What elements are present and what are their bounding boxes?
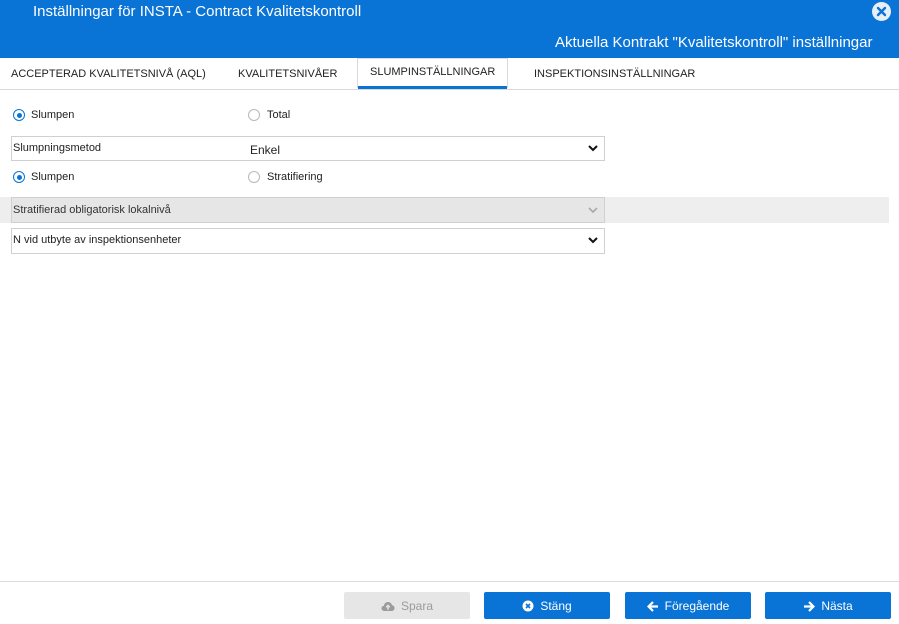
tab-quality-levels[interactable]: KVALITETSNIVÅER — [238, 68, 337, 80]
tab-bar: ACCEPTERAD KVALITETSNIVÅ (AQL) KVALITETS… — [0, 58, 899, 90]
stratified-level-select: Stratifierad obligatorisk lokalnivå — [11, 197, 605, 223]
previous-button[interactable]: Föregående — [625, 592, 751, 619]
cloud-upload-icon — [381, 602, 395, 611]
radio-scope-random-label: Slumpen — [31, 109, 75, 121]
next-button[interactable]: Nästa — [765, 592, 891, 619]
save-button[interactable]: Spara — [344, 592, 470, 619]
radio-type-stratification[interactable] — [248, 171, 260, 183]
chevron-down-icon — [588, 207, 598, 214]
radio-type-stratification-label: Stratifiering — [267, 171, 323, 183]
n-exchange-label: N vid utbyte av inspektionsenheter — [13, 234, 182, 246]
close-button-label: Stäng — [540, 599, 572, 613]
n-exchange-select[interactable] — [247, 229, 604, 253]
tab-inspection-settings[interactable]: INSPEKTIONSINSTÄLLNINGAR — [534, 68, 695, 80]
close-circle-icon — [522, 600, 534, 612]
close-button[interactable]: Stäng — [484, 592, 610, 619]
save-button-label: Spara — [400, 599, 434, 613]
sampling-method-row: Slumpningsmetod Enkel — [11, 136, 605, 161]
footer-divider — [0, 581, 899, 582]
sampling-method-label: Slumpningsmetod — [13, 142, 102, 154]
previous-button-label: Föregående — [664, 599, 730, 613]
dialog-subtitle: Aktuella Kontrakt "Kvalitetskontroll" in… — [555, 34, 873, 51]
chevron-down-icon — [588, 237, 598, 244]
dialog-header: Inställningar för INSTA - Contract Kvali… — [0, 0, 899, 58]
dialog-title: Inställningar för INSTA - Contract Kvali… — [33, 3, 362, 20]
sampling-scope-group: Slumpen Total — [0, 108, 400, 124]
sampling-type-group: Slumpen Stratifiering — [0, 170, 400, 186]
sampling-method-value: Enkel — [250, 143, 281, 157]
radio-scope-total[interactable] — [248, 109, 260, 121]
close-icon[interactable] — [872, 2, 891, 21]
arrow-left-icon — [646, 601, 658, 612]
next-button-label: Nästa — [821, 599, 853, 613]
tab-aql[interactable]: ACCEPTERAD KVALITETSNIVÅ (AQL) — [11, 68, 206, 80]
sampling-method-select[interactable]: Enkel — [247, 137, 604, 160]
tab-sampling-settings[interactable]: SLUMPINSTÄLLNINGAR — [357, 58, 509, 89]
radio-type-random[interactable] — [13, 171, 25, 183]
radio-scope-random[interactable] — [13, 109, 25, 121]
radio-type-random-label: Slumpen — [31, 171, 75, 183]
stratified-level-label: Stratifierad obligatorisk lokalnivå — [13, 204, 171, 216]
n-exchange-row: N vid utbyte av inspektionsenheter — [11, 228, 605, 254]
radio-scope-total-label: Total — [267, 109, 291, 121]
chevron-down-icon — [588, 145, 598, 152]
arrow-right-icon — [804, 601, 816, 612]
